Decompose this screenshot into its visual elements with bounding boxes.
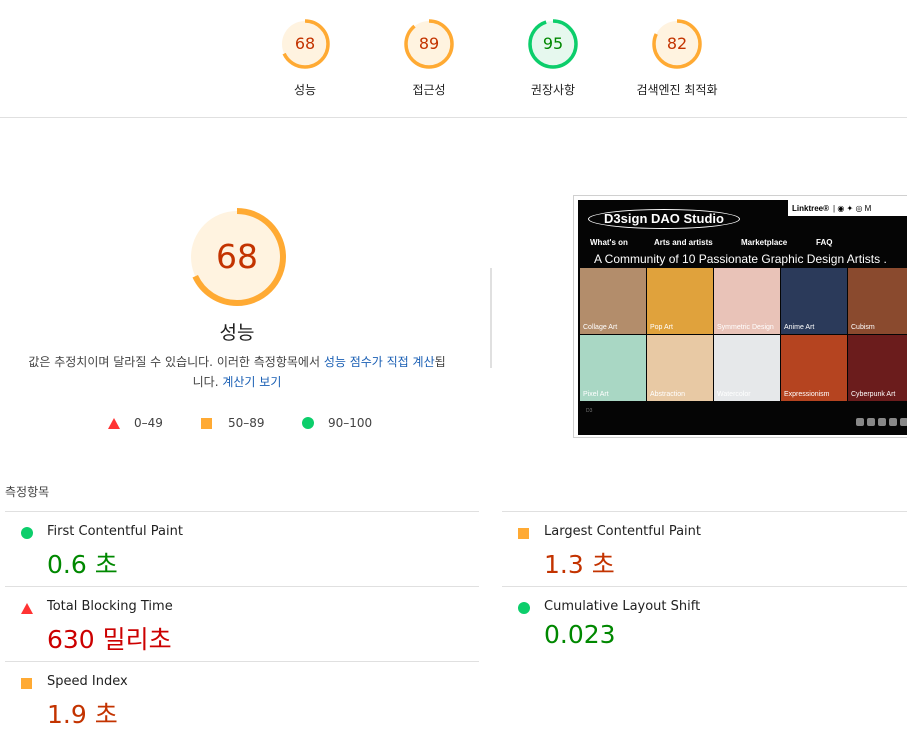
legend-pass: 90–100 [302,415,372,431]
gauge-ring: 89 [403,18,455,70]
site-footer: D3 [586,408,593,414]
art-tile-caption: Watercolor [717,391,751,398]
score-gauges-row: 68 성능 89 접근성 95 권장사항 82 검색엔진 최적화 [0,0,907,118]
legend-range: 50–89 [228,416,265,430]
gauge-score: 89 [418,34,440,53]
triangle-icon [108,417,120,429]
art-tile-caption: Pop Art [650,324,673,331]
metric-name: First Contentful Paint [47,524,183,539]
social-icon [889,418,897,426]
art-grid: Collage Art Pop Art Symmetric Design Anime … [578,268,907,435]
metric-fcp: First Contentful Paint 0.6 초 [5,511,479,586]
circle-icon [302,417,314,429]
metric-value: 1.3 초 [544,550,615,579]
metric-name: Speed Index [47,674,128,689]
metric-cls: Cumulative Layout Shift 0.023 [502,586,907,661]
square-icon [201,417,212,429]
metric-name: Cumulative Layout Shift [544,599,701,614]
linktree-text: Linktree® [792,203,830,213]
metric-value: 0.6 초 [47,550,118,579]
score-legend: 0–49 50–89 90–100 [0,415,480,431]
screenshot-image: Linktree® | ◉ ✦ ◎ M D3sign DAO Studio Wh… [578,200,907,435]
gauge-label: 성능 [293,83,317,97]
page-screenshot[interactable]: Linktree® | ◉ ✦ ◎ M D3sign DAO Studio Wh… [573,195,907,438]
discord-icon: | ◉ ✦ ◎ M [833,203,872,213]
art-tile-caption: Expressionism [784,391,830,398]
social-icon [900,418,907,426]
description-text: 값은 추정치이며 달라질 수 있습니다. 이러한 측정항목에서 [28,355,324,369]
gauge-label: 검색엔진 최적화 [636,83,718,97]
art-tile: Watercolor [714,335,780,401]
gauge-seo[interactable]: 82 검색엔진 최적화 [622,18,732,98]
art-tile: Pop Art [647,268,713,334]
nav-item: What's on [590,238,628,247]
site-tagline: A Community of 10 Passionate Graphic Des… [594,252,887,266]
gauge-score: 68 [294,34,316,53]
legend-average: 50–89 [201,415,265,431]
art-tile: Collage Art [580,268,646,334]
metrics-title: 측정항목 [5,485,50,499]
gauge-performance[interactable]: 68 성능 [250,18,360,98]
gauge-accessibility[interactable]: 89 접근성 [374,18,484,98]
calculator-link[interactable]: 계산기 보기 [222,375,281,389]
social-icon [878,418,886,426]
art-tile: Expressionism [781,335,847,401]
gauge-ring: 95 [527,18,579,70]
nav-item: FAQ [816,238,833,247]
art-tile: Cyberpunk Art [848,335,907,401]
footer-social-icons [856,418,907,426]
nav-item: Marketplace [741,238,788,247]
metric-value: 0.023 [544,620,616,649]
metric-name: Largest Contentful Paint [544,524,702,539]
gauge-ring: 68 [279,18,331,70]
art-tile-caption: Cyberpunk Art [851,391,896,398]
art-tile: Cubism [848,268,907,334]
art-tile-caption: Cubism [851,324,875,331]
art-tile: Symmetric Design [714,268,780,334]
gauge-score: 82 [666,34,688,53]
social-icon [856,418,864,426]
metric-tbt: Total Blocking Time 630 밀리초 [5,586,479,661]
score-calc-link[interactable]: 성능 점수가 직접 계산 [324,355,435,369]
linktree-bar: Linktree® | ◉ ✦ ◎ M [788,200,907,216]
metric-value: 1.9 초 [47,700,118,729]
pass-circle-icon [21,527,33,539]
performance-title: 성능 [219,322,255,344]
gauge-ring: 82 [651,18,703,70]
gauge-label: 접근성 [412,83,446,97]
gauge-best-practices[interactable]: 95 권장사항 [498,18,608,98]
gauge-score: 95 [542,34,564,53]
performance-gauge: 68 [186,206,288,308]
divider [490,268,492,368]
social-icon [867,418,875,426]
legend-range: 90–100 [328,416,373,430]
pass-circle-icon [518,602,530,614]
average-square-icon [21,678,32,689]
performance-description: 값은 추정치이며 달라질 수 있습니다. 이러한 측정항목에서 성능 점수가 직… [28,352,446,392]
art-tile: Pixel Art [580,335,646,401]
art-tile-caption: Anime Art [784,324,815,331]
nav-item: Arts and artists [654,238,713,247]
site-logo: D3sign DAO Studio [588,209,740,229]
art-tile-caption: Collage Art [583,324,618,331]
art-tile: Anime Art [781,268,847,334]
art-tile-caption: Abstraction [650,391,686,398]
gauge-label: 권장사항 [530,83,576,97]
metric-value: 630 밀리초 [47,625,172,654]
metric-name: Total Blocking Time [47,599,173,614]
legend-fail: 0–49 [108,415,163,431]
performance-score: 68 [216,237,258,276]
art-tile: Abstraction [647,335,713,401]
average-square-icon [518,528,529,539]
legend-range: 0–49 [134,416,163,430]
art-tile-caption: Pixel Art [583,391,609,398]
metric-si: Speed Index 1.9 초 [5,661,479,736]
fail-triangle-icon [21,603,33,614]
art-tile-caption: Symmetric Design [717,324,774,331]
metric-lcp: Largest Contentful Paint 1.3 초 [502,511,907,586]
